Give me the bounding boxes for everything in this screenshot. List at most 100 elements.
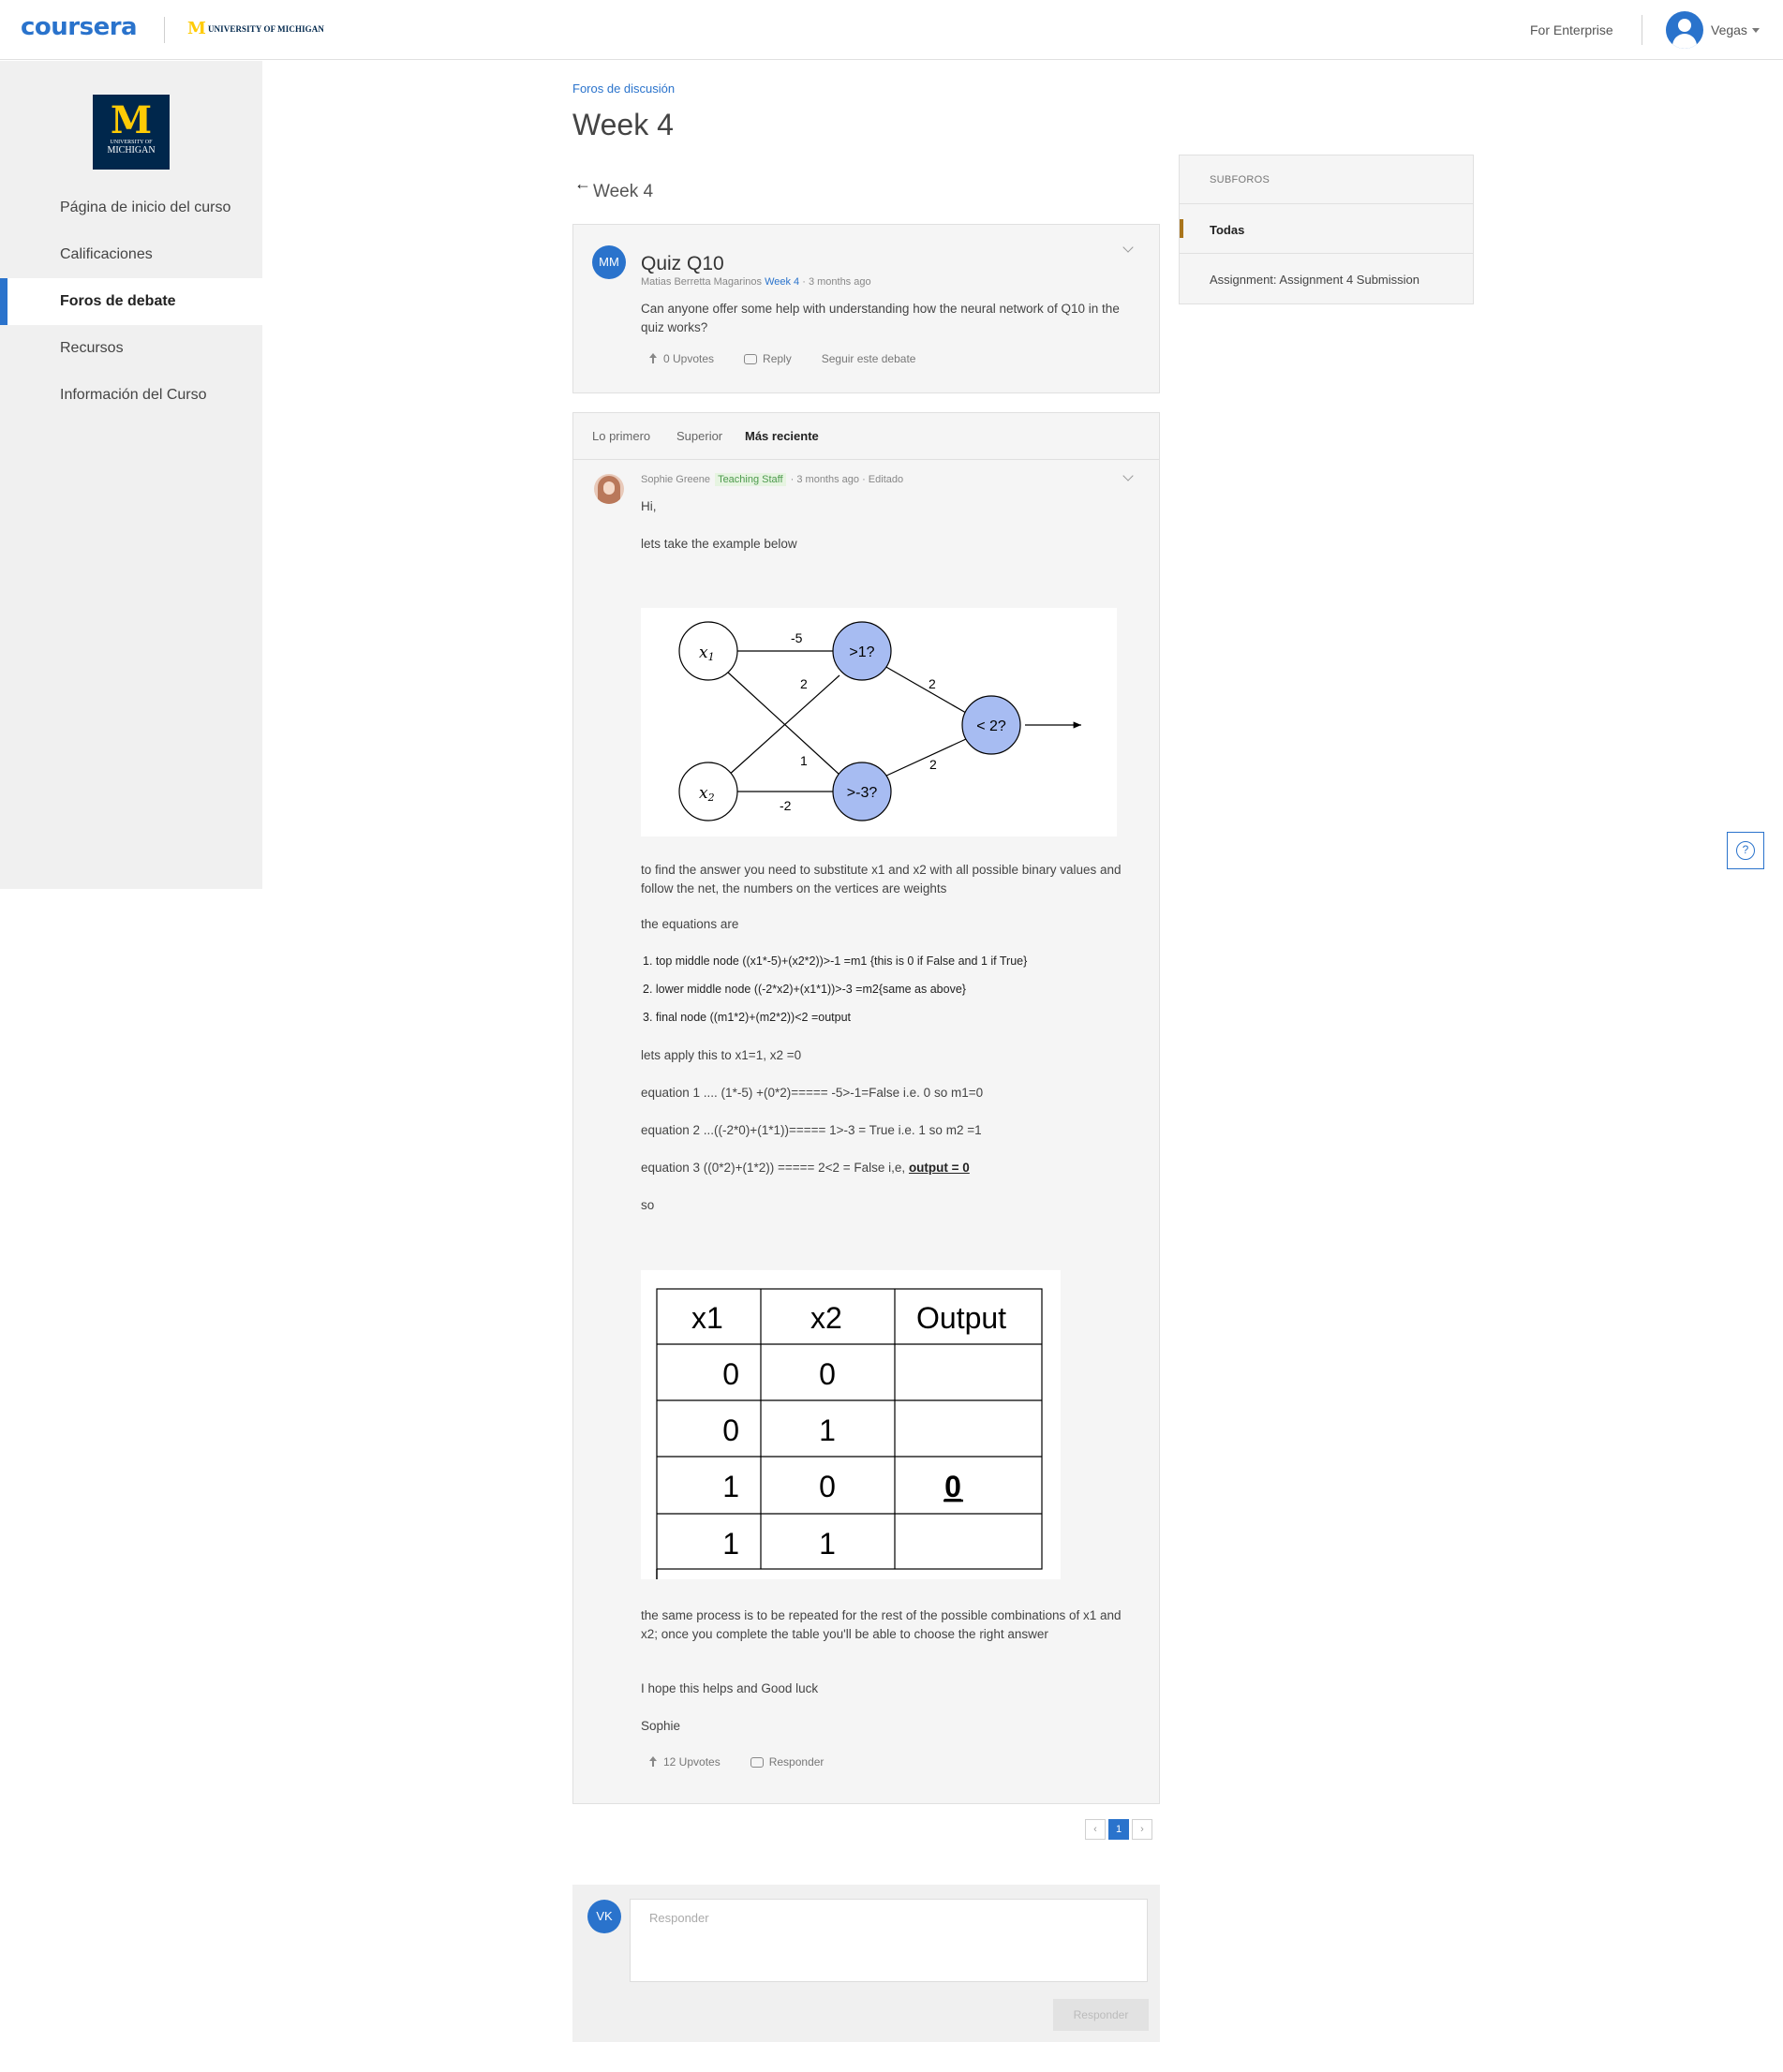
page-title: Week 4 <box>572 108 674 141</box>
submit-reply-button[interactable]: Responder <box>1053 1999 1149 2031</box>
header-divider <box>164 17 165 43</box>
avatar[interactable] <box>594 474 624 504</box>
sidebar-item-grades[interactable]: Calificaciones <box>0 231 262 278</box>
upvote-count: 12 Upvotes <box>663 1755 721 1769</box>
node-bottom-label: >-3? <box>847 785 878 801</box>
coursera-logo[interactable]: coursera <box>21 13 138 41</box>
table-cell-r2-x1: 0 <box>722 1413 739 1447</box>
neural-network-diagram: x1 x2 >1? >-3? < 2? -5 2 1 -2 2 2 <box>641 608 1117 836</box>
follow-thread-button[interactable]: Seguir este debate <box>822 352 916 365</box>
upvote-icon <box>648 1756 658 1768</box>
table-header-output: Output <box>916 1301 1006 1335</box>
user-avatar-icon[interactable] <box>1666 11 1703 49</box>
sidebar-item-home[interactable]: Página de inicio del curso <box>0 185 262 231</box>
next-page-button[interactable]: › <box>1132 1819 1152 1840</box>
node-x1-subscript: 1 <box>708 651 715 663</box>
umich-m-icon: M <box>187 19 206 38</box>
equation-item-3: 3. final node ((m1*2)+(m2*2))<2 =output <box>643 1011 851 1024</box>
weight-x2-top: 2 <box>800 676 808 691</box>
answer-hope-text: I hope this helps and Good luck <box>641 1681 819 1695</box>
weight-x1-top: -5 <box>791 630 803 645</box>
answer-time: · 3 months ago · Editado <box>790 474 904 485</box>
sort-tabs: Lo primero Superior Más reciente <box>573 413 1159 460</box>
weight-bottom-final: 2 <box>929 757 937 772</box>
question-time: · 3 months ago <box>802 276 871 288</box>
pagination: ‹ 1 › <box>1085 1819 1152 1840</box>
reply-composer: VK Responder <box>572 1885 1160 2042</box>
answer-substitute-text: to find the answer you need to substitut… <box>641 863 1122 895</box>
sort-tab-earliest[interactable]: Lo primero <box>592 429 650 443</box>
comment-bubble-icon <box>744 353 758 364</box>
table-cell-r2-x2: 1 <box>819 1413 836 1447</box>
umich-block-m-icon: M <box>110 98 153 142</box>
sort-tab-top[interactable]: Superior <box>676 429 722 443</box>
follow-label: Seguir este debate <box>821 352 916 365</box>
table-cell-r1-x1: 0 <box>722 1357 739 1391</box>
table-cell-r3-x1: 1 <box>722 1470 739 1503</box>
node-x1-label: x <box>699 644 708 662</box>
chevron-down-icon[interactable] <box>1122 470 1134 481</box>
sidebar-item-resources[interactable]: Recursos <box>0 325 262 372</box>
answer-eq3-main: equation 3 ((0*2)+(1*2)) ===== 2<2 = Fal… <box>641 1161 909 1175</box>
subforums-heading: SUBFOROS <box>1180 155 1473 204</box>
table-header-x1: x1 <box>691 1301 723 1335</box>
answer-so-text: so <box>641 1198 655 1212</box>
chevron-down-icon[interactable] <box>1752 28 1760 33</box>
upvote-button[interactable]: 0 Upvotes <box>648 352 714 365</box>
answer-post: Lo primero Superior Más reciente Sophie … <box>572 412 1160 1804</box>
university-of-michigan-logo[interactable]: M UNIVERSITY OF MICHIGAN <box>93 95 170 170</box>
reply-button[interactable]: Reply <box>744 352 792 365</box>
help-button[interactable]: ? <box>1727 832 1764 869</box>
university-logo[interactable]: M UNIVERSITY OF MICHIGAN <box>187 21 324 37</box>
subforum-item-assignment-4[interactable]: Assignment: Assignment 4 Submission <box>1180 254 1473 303</box>
weight-top-final: 2 <box>929 676 936 691</box>
help-icon: ? <box>1736 841 1755 860</box>
table-cell-r4-x1: 1 <box>722 1527 739 1561</box>
table-cell-r4-x2: 1 <box>819 1527 836 1561</box>
question-author[interactable]: Matias Berretta Magarinos <box>641 276 762 288</box>
prev-page-button[interactable]: ‹ <box>1085 1819 1106 1840</box>
avatar[interactable]: VK <box>587 1900 621 1933</box>
university-logo-text: UNIVERSITY OF MICHIGAN <box>207 24 324 34</box>
avatar[interactable]: MM <box>592 245 626 279</box>
node-x2-label: x <box>699 784 708 803</box>
chevron-down-icon[interactable] <box>1122 242 1134 253</box>
question-forum-link[interactable]: Week 4 <box>765 276 799 288</box>
subforum-item-all[interactable]: Todas <box>1180 204 1473 254</box>
sidebar-item-course-info[interactable]: Información del Curso <box>0 372 262 419</box>
weight-x1-bottom: 1 <box>800 753 808 768</box>
answer-equations-intro: the equations are <box>641 917 739 931</box>
sidebar-item-forums[interactable]: Foros de debate <box>0 278 262 325</box>
edge-bottom-final <box>884 738 967 777</box>
answer-signature: Sophie <box>641 1719 681 1733</box>
answer-apply-text: lets apply this to x1=1, x2 =0 <box>641 1048 802 1062</box>
node-x2-subscript: 2 <box>707 792 715 804</box>
weight-x2-bottom: -2 <box>780 798 792 813</box>
page-1-button[interactable]: 1 <box>1108 1819 1129 1840</box>
sort-tab-most-recent[interactable]: Más reciente <box>745 429 819 443</box>
question-actions: 0 Upvotes Reply Seguir este debate <box>648 352 945 365</box>
subforums-panel: SUBFOROS Todas Assignment: Assignment 4 … <box>1179 155 1474 304</box>
reply-label: Reply <box>763 352 792 365</box>
reply-button[interactable]: Responder <box>750 1755 825 1769</box>
answer-eq1-text: equation 1 .... (1*-5) +(0*2)===== -5>-1… <box>641 1086 984 1100</box>
truth-table-image: x1 x2 Output 0 0 0 1 1 0 0 1 1 <box>641 1270 1061 1579</box>
user-menu-name[interactable]: Vegas <box>1711 22 1747 37</box>
back-arrow-icon[interactable]: ← <box>574 174 591 194</box>
upvote-count: 0 Upvotes <box>663 352 715 365</box>
answer-eq2-text: equation 2 ...((-2*0)+(1*1))===== 1>-3 =… <box>641 1123 982 1137</box>
breadcrumb[interactable]: Foros de discusión <box>572 81 675 96</box>
neural-network-svg: x1 x2 >1? >-3? < 2? -5 2 1 -2 2 2 <box>678 621 1081 821</box>
question-post: MM Quiz Q10 Matias Berretta Magarinos We… <box>572 224 1160 393</box>
umich-logo-line2: MICHIGAN <box>107 145 156 155</box>
edge-x1-bottom <box>726 671 840 776</box>
table-cell-r3-output: 0 <box>944 1470 961 1503</box>
reply-label: Responder <box>768 1755 825 1769</box>
table-cell-r1-x2: 0 <box>819 1357 836 1391</box>
for-enterprise-link[interactable]: For Enterprise <box>1530 22 1613 37</box>
reply-input[interactable] <box>630 1899 1148 1982</box>
answer-author[interactable]: Sophie Greene <box>641 474 710 485</box>
edge-top-final <box>884 665 967 714</box>
back-to-week-link[interactable]: Week 4 <box>593 182 653 202</box>
upvote-button[interactable]: 12 Upvotes <box>648 1755 721 1769</box>
